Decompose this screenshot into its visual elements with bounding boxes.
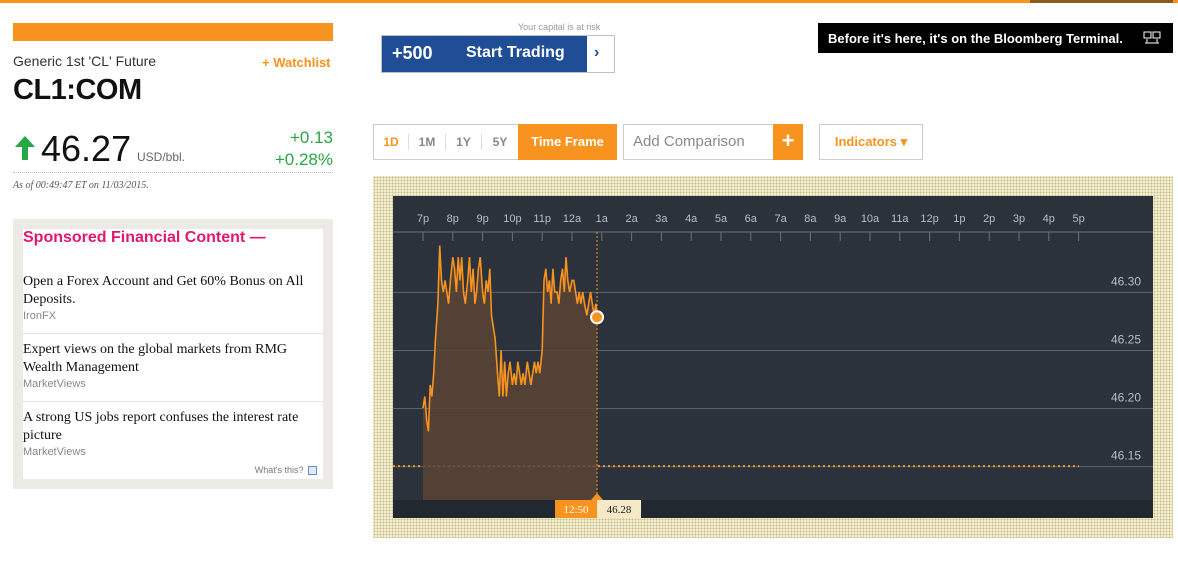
sponsored-source: MarketViews <box>23 378 86 390</box>
sponsored-item[interactable]: Open a Forex Account and Get 60% Bonus o… <box>23 273 323 334</box>
price-change: +0.13 <box>289 128 333 147</box>
as-of-timestamp: As of 00:49:47 ET on 11/03/2015. <box>13 180 149 191</box>
x-tick-label: 7p <box>417 213 429 225</box>
info-check-icon <box>308 466 317 476</box>
add-comparison-input[interactable]: Add Comparison <box>623 124 784 160</box>
x-tick-label: 4p <box>1043 213 1055 225</box>
x-tick-label: 2p <box>983 213 995 225</box>
monitor-icon <box>1143 31 1161 44</box>
x-tick-label: 5p <box>1072 213 1084 225</box>
sponsored-content-panel: Sponsored Financial Content — Open a For… <box>23 229 323 479</box>
price-unit: USD/bbl. <box>137 150 186 164</box>
x-tick-label: 10p <box>503 213 521 225</box>
add-comparison-button[interactable]: + <box>773 124 803 160</box>
sponsored-item[interactable]: A strong US jobs report confuses the int… <box>23 409 323 458</box>
sponsored-title: Sponsored Financial Content — <box>23 229 266 246</box>
x-tick-label: 8a <box>804 213 817 225</box>
x-tick-label: 9p <box>476 213 488 225</box>
up-arrow-icon <box>15 136 35 160</box>
x-tick-label: 1p <box>953 213 965 225</box>
sponsored-headline[interactable]: Expert views on the global markets from … <box>23 341 323 377</box>
start-trading-button[interactable]: +500 Start Trading › <box>381 35 615 73</box>
x-tick-label: 8p <box>447 213 459 225</box>
x-tick-label: 10a <box>861 213 880 225</box>
bonus-badge: +500 <box>392 43 433 63</box>
sponsored-source: IronFX <box>23 310 57 322</box>
x-tick-label: 7a <box>774 213 787 225</box>
y-tick-label: 46.15 <box>1111 449 1141 463</box>
x-tick-label: 4a <box>685 213 698 225</box>
sponsored-headline[interactable]: Open a Forex Account and Get 60% Bonus o… <box>23 273 323 309</box>
watchlist-link[interactable]: + Watchlist <box>262 55 331 70</box>
x-tick-label: 9a <box>834 213 847 225</box>
price-chart[interactable]: 7p 8p 9p 10p 11p 12a 1a 2a 3a 4a 5a 6a 7a 8a 9a 10a 11a 1… <box>393 196 1153 518</box>
whats-this-link[interactable]: What's this? <box>255 465 317 476</box>
current-point-marker <box>590 310 605 325</box>
x-tick-label: 12a <box>563 213 582 225</box>
risk-disclaimer: Your capital is at risk <box>518 22 601 32</box>
sponsored-source: MarketViews <box>23 446 86 458</box>
header-accent-bar <box>13 23 333 41</box>
sponsored-item[interactable]: Expert views on the global markets from … <box>23 341 323 402</box>
sponsored-headline[interactable]: A strong US jobs report confuses the int… <box>23 409 323 445</box>
y-tick-label: 46.30 <box>1111 274 1141 288</box>
cursor-time-label: 12:50 <box>564 504 590 516</box>
top-accent-line-dark <box>1030 0 1173 3</box>
bloomberg-terminal-ad[interactable]: Before it's here, it's on the Bloomberg … <box>818 23 1173 53</box>
tab-1d[interactable]: 1D <box>374 125 408 159</box>
ticker-symbol: CL1:COM <box>13 74 142 106</box>
divider <box>13 172 333 173</box>
time-frame-button[interactable]: Time Frame <box>518 124 617 160</box>
tab-5y[interactable]: 5Y <box>482 125 518 159</box>
cursor-value-label: 46.28 <box>607 504 632 516</box>
x-tick-label: 3p <box>1013 213 1025 225</box>
bloomberg-ad-text: Before it's here, it's on the Bloomberg … <box>828 31 1123 46</box>
x-tick-label: 3a <box>655 213 668 225</box>
start-trading-label: Start Trading <box>466 44 565 61</box>
last-price: 46.27 <box>41 128 132 169</box>
x-tick-label: 1a <box>596 213 609 225</box>
x-tick-label: 11a <box>891 213 909 225</box>
y-tick-label: 46.20 <box>1111 391 1141 405</box>
timeframe-tabs: 1D 1M 1Y 5Y <box>373 124 519 160</box>
tab-1m[interactable]: 1M <box>409 125 445 159</box>
top-accent-line <box>0 0 1178 3</box>
x-tick-label: 6a <box>745 213 758 225</box>
security-name: Generic 1st 'CL' Future <box>13 53 157 69</box>
x-tick-label: 2a <box>625 213 638 225</box>
tab-1y[interactable]: 1Y <box>446 125 481 159</box>
x-tick-label: 5a <box>715 213 728 225</box>
sponsored-content-box: Sponsored Financial Content — Open a For… <box>13 219 333 489</box>
indicators-dropdown[interactable]: Indicators ▾ <box>819 124 923 160</box>
x-tick-label: 11p <box>533 213 551 225</box>
start-trading-panel[interactable]: +500 Start Trading <box>382 36 587 72</box>
whats-this-label[interactable]: What's this? <box>255 465 304 475</box>
price-change-percent: +0.28% <box>274 150 333 169</box>
x-axis-footer <box>393 500 1153 518</box>
chevron-right-icon: › <box>594 44 600 61</box>
y-tick-label: 46.25 <box>1111 332 1141 346</box>
x-tick-label: 12p <box>920 213 938 225</box>
